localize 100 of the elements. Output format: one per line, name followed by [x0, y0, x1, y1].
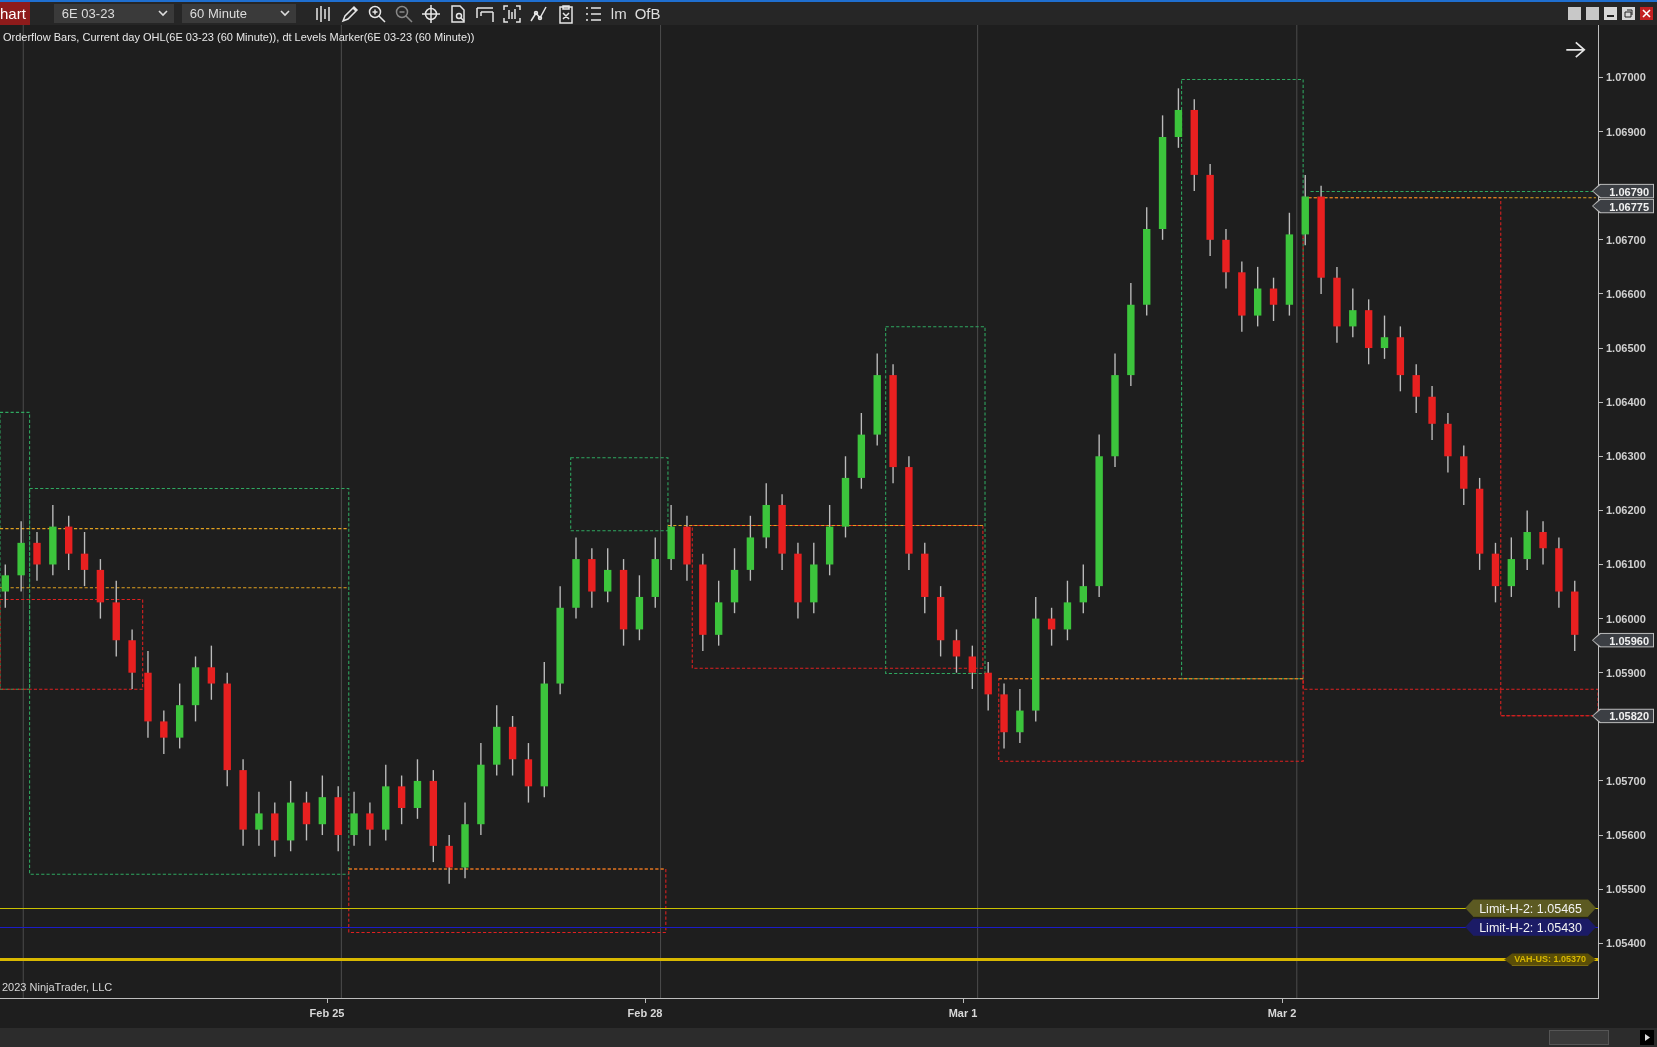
price-label: 1.05900 [1606, 666, 1646, 679]
candle [825, 504, 834, 576]
candle [1000, 682, 1008, 750]
candle [1254, 266, 1262, 328]
restore-icon[interactable] [1621, 6, 1636, 21]
scrollbar-thumb[interactable] [1549, 1030, 1609, 1045]
price-marker: 1.05820 [1592, 708, 1654, 724]
candle [160, 709, 168, 755]
candle [1507, 536, 1516, 598]
candle [667, 504, 675, 571]
chevron-icon [157, 10, 168, 17]
candle [1349, 287, 1357, 338]
candle [715, 580, 723, 647]
chevron-icon [279, 10, 290, 17]
date-label: Feb 25 [309, 1007, 345, 1019]
candle [350, 791, 358, 847]
date-label: Feb 28 [627, 1007, 663, 1019]
candle [588, 547, 596, 609]
indicator-button[interactable]: OfB [634, 5, 661, 22]
candle [635, 574, 644, 641]
pencil-icon[interactable] [339, 3, 360, 24]
date-label: Mar 2 [1267, 1007, 1297, 1019]
arrow-icon[interactable] [1565, 41, 1586, 59]
candle [762, 482, 770, 549]
price-label: 1.06100 [1606, 558, 1646, 571]
candle [524, 742, 533, 804]
price-label: 1.05600 [1606, 829, 1646, 842]
candle [1, 563, 9, 609]
candle [207, 644, 216, 701]
price-label: 1.06000 [1606, 612, 1646, 625]
price-marker: 1.06790 [1592, 183, 1654, 199]
candle [1380, 314, 1389, 360]
candle [445, 834, 453, 885]
candle [128, 628, 136, 690]
zoom-out-icon[interactable] [393, 3, 414, 24]
bar-frame-icon[interactable] [501, 3, 522, 24]
candle [191, 655, 200, 723]
candle [984, 661, 992, 712]
candle [334, 785, 342, 852]
copyright-text: 2023 NinjaTrader, LLC [2, 981, 113, 993]
level-label: Limit-H-2: 1.05465 [1465, 899, 1596, 917]
candle [1412, 363, 1420, 414]
candle [175, 682, 184, 750]
level-label: Limit-H-2: 1.05430 [1465, 918, 1596, 936]
candle [397, 774, 406, 825]
chart-title: Orderflow Bars, Current day OHL(6E 03-23 (60 Minute)), dt Levels Marker(6E 03-23 (60 Minute)) [3, 31, 475, 43]
candle [286, 780, 295, 852]
zoom-in-icon[interactable] [366, 3, 387, 24]
indicator-button[interactable]: lm [610, 5, 627, 22]
candle [96, 558, 105, 620]
candle [413, 758, 422, 820]
candle [1269, 277, 1278, 322]
level-label: VAH-US: 1.05370 [1504, 953, 1596, 966]
price-label: 1.05700 [1606, 774, 1646, 787]
candle [302, 791, 311, 842]
price-label: 1.06400 [1606, 396, 1646, 409]
candle [730, 547, 739, 614]
instrument-dropdown[interactable]: 6E 03-23 [53, 4, 174, 23]
candle [952, 628, 961, 674]
candle [810, 542, 818, 614]
candle [604, 547, 612, 604]
panel-icon[interactable] [1567, 6, 1582, 21]
interval-dropdown[interactable]: 60 Minute [181, 4, 296, 23]
candle [1523, 509, 1531, 571]
candle [318, 774, 327, 836]
candle [1063, 580, 1072, 641]
close-icon[interactable] [1639, 6, 1654, 21]
scroll-right-icon[interactable] [1640, 1030, 1654, 1045]
price-label: 1.05400 [1606, 937, 1646, 950]
candle [1396, 325, 1405, 392]
candle [366, 801, 374, 847]
candle [33, 531, 41, 582]
candle [1444, 412, 1452, 474]
candle [1460, 444, 1468, 506]
candle [508, 715, 517, 777]
crosshair-icon[interactable] [420, 3, 441, 24]
chart-tab[interactable]: hart [0, 2, 30, 25]
candle [1364, 298, 1373, 365]
price-marker: 1.06775 [1592, 198, 1654, 214]
price-label: 1.06600 [1606, 287, 1646, 300]
candle [683, 515, 691, 582]
candle [1016, 688, 1024, 744]
price-label: 1.05500 [1606, 883, 1646, 896]
candle [1301, 174, 1309, 246]
candle [255, 791, 263, 847]
price-label: 1.06500 [1606, 342, 1646, 355]
price-label: 1.06700 [1606, 233, 1646, 246]
candle [1079, 563, 1087, 614]
candle [65, 515, 73, 571]
candle [1571, 580, 1579, 652]
candle [921, 542, 929, 614]
minimize-icon[interactable] [1603, 6, 1618, 21]
panel-icon[interactable] [1585, 6, 1600, 21]
price-label: 1.06200 [1606, 504, 1646, 517]
price-marker: 1.05960 [1592, 632, 1654, 648]
candle [968, 644, 977, 690]
candle [1491, 542, 1500, 604]
price-label: 1.07000 [1606, 71, 1646, 84]
candle [1047, 607, 1056, 647]
price-label: 1.06900 [1606, 125, 1646, 138]
